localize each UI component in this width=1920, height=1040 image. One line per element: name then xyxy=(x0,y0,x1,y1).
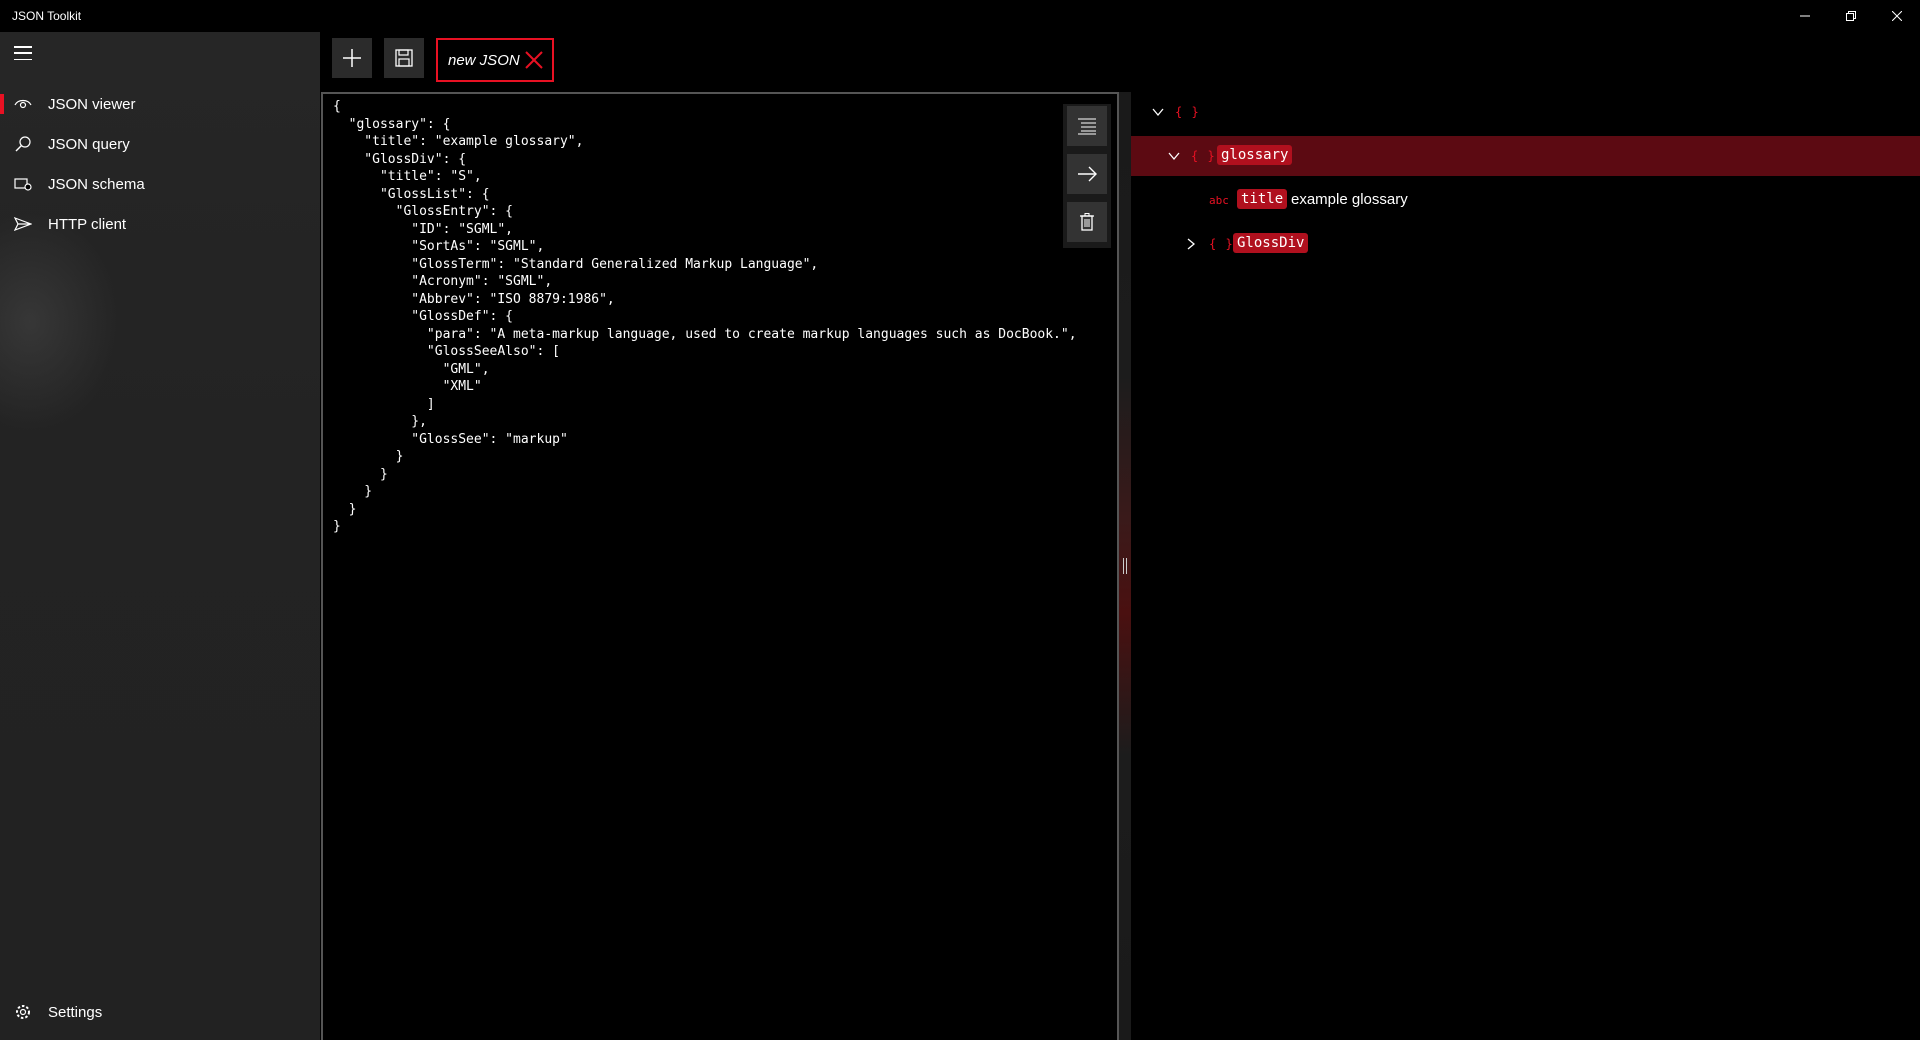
tree-value: example glossary xyxy=(1291,191,1408,208)
format-icon xyxy=(1078,118,1096,135)
arrow-right-icon xyxy=(1078,166,1097,182)
tree-row-root[interactable]: { } xyxy=(1131,92,1920,132)
close-icon xyxy=(1892,11,1902,21)
tree-key-badge: glossary xyxy=(1217,145,1293,165)
tree-key-badge: title xyxy=(1237,189,1288,209)
sidebar: JSON viewer JSON query JSON schema HTTP … xyxy=(0,32,320,1040)
eye-icon xyxy=(14,99,32,109)
chevron-down-icon[interactable] xyxy=(1151,105,1165,119)
plus-icon xyxy=(343,49,361,67)
save-icon xyxy=(395,49,413,67)
send-icon xyxy=(14,216,32,232)
schema-icon xyxy=(14,178,32,191)
close-window-button[interactable] xyxy=(1874,0,1920,32)
sidebar-glow xyxy=(0,212,120,432)
selection-indicator xyxy=(0,94,4,114)
json-tree-view: { } { } glossary abc title example gloss… xyxy=(1131,92,1920,1040)
tree-row-glossdiv[interactable]: { } GlossDiv xyxy=(1131,224,1920,264)
tab-label: new JSON xyxy=(448,51,520,69)
add-button[interactable] xyxy=(332,38,372,78)
tree-key-badge: GlossDiv xyxy=(1233,233,1309,253)
editor-actions xyxy=(1063,104,1111,248)
object-brace-icon: { } xyxy=(1209,237,1234,251)
delete-button[interactable] xyxy=(1067,202,1107,242)
hamburger-icon[interactable] xyxy=(14,46,32,60)
sidebar-item-label: HTTP client xyxy=(48,215,127,233)
pane-splitter[interactable] xyxy=(1119,92,1131,1040)
chevron-down-icon[interactable] xyxy=(1167,149,1181,163)
sidebar-item-http-client[interactable]: HTTP client xyxy=(0,204,320,244)
sidebar-item-label: JSON schema xyxy=(48,175,145,193)
sidebar-item-json-schema[interactable]: JSON schema xyxy=(0,164,320,204)
restore-button[interactable] xyxy=(1828,0,1874,32)
sidebar-item-label: JSON viewer xyxy=(48,95,136,113)
sidebar-item-json-viewer[interactable]: JSON viewer xyxy=(0,84,320,124)
tree-row-title[interactable]: abc title example glossary xyxy=(1131,180,1920,220)
minimize-icon xyxy=(1800,15,1810,17)
object-brace-icon: { } xyxy=(1175,105,1200,119)
gear-icon xyxy=(16,1005,30,1019)
chevron-right-icon[interactable] xyxy=(1184,237,1198,251)
sidebar-item-json-query[interactable]: JSON query xyxy=(0,124,320,164)
sidebar-item-label: JSON query xyxy=(48,135,130,153)
settings-button[interactable]: Settings xyxy=(0,992,320,1032)
json-editor[interactable]: { "glossary": { "title": "example glossa… xyxy=(321,92,1119,1040)
restore-icon xyxy=(1846,11,1856,21)
tree-row-glossary[interactable]: { } glossary xyxy=(1131,136,1920,176)
title-bar: JSON Toolkit xyxy=(0,0,1920,32)
format-button[interactable] xyxy=(1067,106,1107,146)
apply-button[interactable] xyxy=(1067,154,1107,194)
close-icon[interactable] xyxy=(524,50,544,70)
object-brace-icon: { } xyxy=(1191,149,1216,163)
splitter-grip[interactable] xyxy=(1123,558,1127,574)
search-icon xyxy=(15,136,31,152)
string-type-icon: abc xyxy=(1209,194,1229,207)
tab-new-json[interactable]: new JSON xyxy=(436,38,554,82)
save-button[interactable] xyxy=(384,38,424,78)
trash-icon xyxy=(1080,213,1094,231)
window-controls xyxy=(1782,0,1920,32)
minimize-button[interactable] xyxy=(1782,0,1828,32)
app-title: JSON Toolkit xyxy=(12,9,82,23)
editor-text[interactable]: { "glossary": { "title": "example glossa… xyxy=(333,98,1077,536)
settings-label: Settings xyxy=(48,1003,103,1021)
